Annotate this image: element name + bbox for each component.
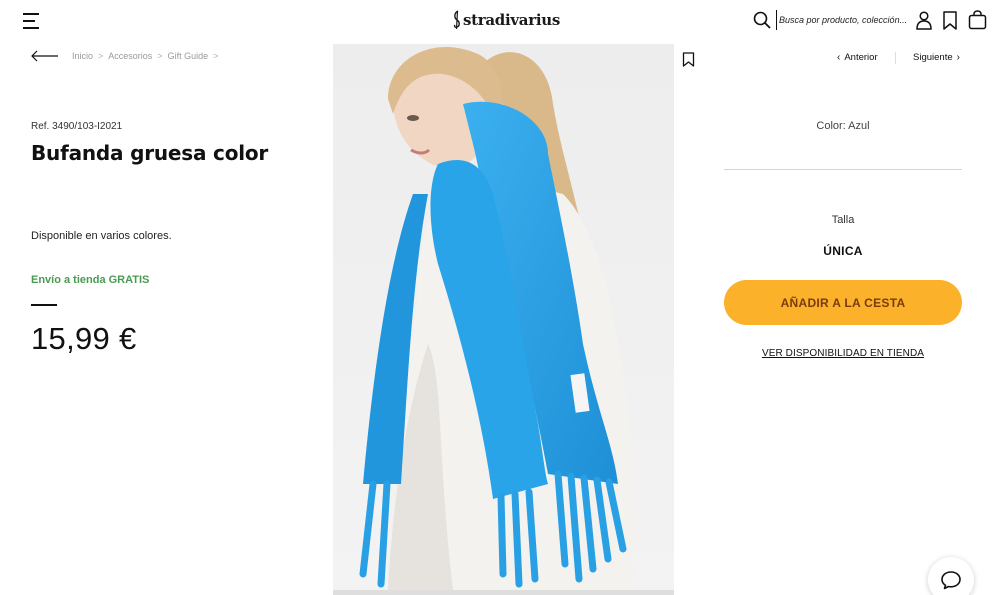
user-icon[interactable] (915, 11, 933, 30)
breadcrumb-item-inicio[interactable]: Inicio (72, 51, 93, 61)
chevron-right-icon: › (956, 52, 960, 63)
breadcrumb-item-accesorios[interactable]: Accesorios (108, 51, 152, 61)
size-label: Talla (831, 214, 855, 226)
next-product-link[interactable]: Siguiente › (913, 52, 964, 63)
bag-icon[interactable] (968, 10, 987, 30)
product-price: 15,99 € (31, 321, 137, 356)
image-strip (333, 590, 674, 595)
breadcrumb-item-gift-guide[interactable]: Gift Guide (168, 51, 209, 61)
chevron-left-icon: ‹ (837, 52, 841, 63)
store-availability-link[interactable]: VER DISPONIBILIDAD EN TIENDA (724, 348, 962, 359)
previous-label: Anterior (844, 52, 878, 63)
chat-button[interactable] (928, 557, 974, 595)
size-option[interactable]: ÚNICA (724, 244, 962, 258)
brand-name: stradivarius (463, 11, 560, 29)
next-label: Siguiente (913, 52, 953, 63)
breadcrumb-separator: > (98, 51, 104, 61)
bookmark-icon[interactable] (942, 11, 958, 30)
price-divider (31, 304, 57, 306)
search-icon[interactable] (753, 11, 771, 29)
treble-clef-icon (453, 10, 460, 30)
colors-note: Disponible en varios colores. (31, 230, 172, 242)
breadcrumb: Inicio > Accesorios > Gift Guide > (72, 51, 223, 61)
header: stradivarius (0, 0, 992, 42)
nav-divider (895, 52, 896, 64)
previous-product-link[interactable]: ‹ Anterior (833, 52, 878, 63)
menu-icon[interactable] (23, 13, 41, 29)
shipping-info: Envío a tienda GRATIS (31, 274, 150, 286)
section-divider (724, 169, 962, 170)
bookmark-icon[interactable] (682, 52, 695, 67)
color-label: Color: Azul (816, 120, 870, 132)
arrow-left-icon[interactable] (31, 50, 59, 62)
product-image[interactable] (333, 44, 674, 590)
chat-icon (941, 571, 961, 590)
product-reference: Ref. 3490/103-I2021 (31, 121, 123, 132)
product-title: Bufanda gruesa color (31, 141, 269, 165)
search-input[interactable] (776, 10, 906, 30)
breadcrumb-separator: > (157, 51, 163, 61)
brand-logo[interactable]: stradivarius (452, 8, 560, 32)
breadcrumb-separator: > (213, 51, 219, 61)
add-to-cart-button[interactable]: AÑADIR A LA CESTA (724, 280, 962, 325)
